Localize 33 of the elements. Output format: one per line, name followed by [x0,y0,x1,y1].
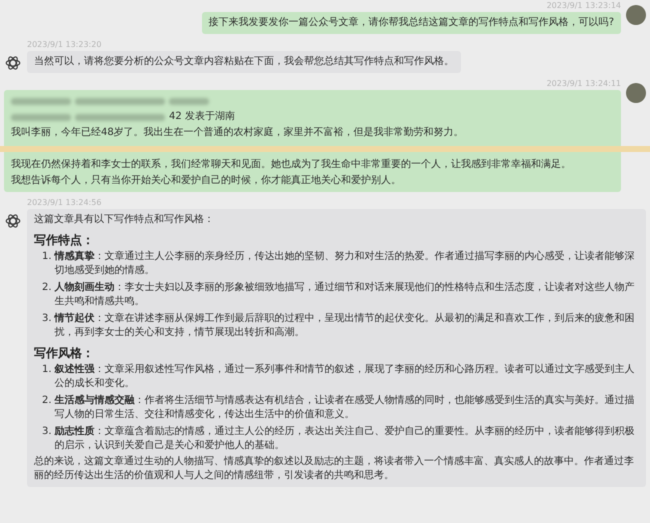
list-number: 1. [42,363,52,377]
message-text: 当然可以，请将您要分析的公众号文章内容粘贴在下面，我会帮您总结其写作特点和写作风格。 [34,55,454,69]
message-text: 这篇文章具有以下写作特点和写作风格： [34,213,215,227]
message-text: 42 发表于湖南 [169,110,235,124]
blurred-text [11,98,71,104]
message-text: 我叫李丽，今年已经48岁了。我出生在一个普通的农村家庭，家里并不富裕，但是我非常勤劳和努力。 [11,126,465,140]
section-heading: 写作特点： [34,232,95,248]
assistant-logo-icon [4,212,22,230]
list-item-text: 励志性质：文章蕴含着励志的情感，通过主人公的经历，表达出关注自己、爱护自己的重要性。从李丽的经历中，读者能够得到积极的启示，认识到关爱自己是关心和爱护他人的基础。 [54,425,636,453]
section-heading: 写作风格： [34,345,95,361]
list-item-text: 情感真挚：文章通过主人公李丽的亲身经历，传达出她的坚韧、努力和对生活的热爱。作者通过描写李丽的内心感受，让读者能够深切地感受到她的情感。 [54,250,636,278]
message-text: 接下来我发要发你一篇公众号文章，请你帮我总结这篇文章的写作特点和写作风格，可以吗? [208,16,614,30]
blurred-text [11,114,71,120]
message-text: 总的来说，这篇文章通过生动的人物描写、情感真挚的叙述以及励志的主题，将读者带入一个情感丰富、真实感人的故事中。作者通过李丽的经历传达出生活的价值观和人与人之间的情感纽带，引发读者的共鸣和思考。 [34,455,635,483]
list-number: 2. [42,394,52,408]
message-timestamp: 2023/9/1 13:23:20 [27,40,102,50]
blurred-text [169,98,209,104]
user-avatar [626,83,646,103]
user-avatar [626,5,646,25]
list-number: 2. [42,281,52,295]
list-item-text: 情节起伏：文章在讲述李丽从保姆工作到最后辞职的过程中，呈现出情节的起伏变化。从最初的满足和喜欢工作，到后来的疲惫和困扰，再到李女士的关心和支持，情节展现出转折和高潮。 [54,312,636,340]
message-text: 我现在仍然保持着和李女士的联系，我们经常聊天和见面。她也成为了我生命中非常重要的一个人，让我感到非常幸福和满足。 [11,158,572,172]
message-text: 我想告诉每个人，只有当你开始关心和爱护自己的时候，你才能真正地关心和爱护别人。 [11,174,402,188]
message-timestamp: 2023/9/1 13:24:56 [27,198,102,208]
message-timestamp: 2023/9/1 13:23:14 [546,1,621,11]
list-number: 3. [42,425,52,439]
message-timestamp: 2023/9/1 13:24:11 [546,79,621,89]
list-number: 1. [42,250,52,264]
list-item-text: 人物刻画生动：李女士夫妇以及李丽的形象被细致地描写，通过细节和对话来展现他们的性格特点和生活态度，让读者对这些人物产生共鸣和情感共鸣。 [54,281,636,309]
assistant-logo-icon [4,54,22,72]
list-number: 3. [42,312,52,326]
list-item-text: 叙述性强：文章采用叙述性写作风格，通过一系列事件和情节的叙述，展现了李丽的经历和心路历程。读者可以通过文字感受到主人公的成长和变化。 [54,363,636,391]
list-item-text: 生活感与情感交融：作者将生活细节与情感表达有机结合，让读者在感受人物情感的同时，也能够感受到生活的真实与美好。通过描写人物的日常生活、交往和情感变化，传达出生活中的价值和意义。 [54,394,636,422]
